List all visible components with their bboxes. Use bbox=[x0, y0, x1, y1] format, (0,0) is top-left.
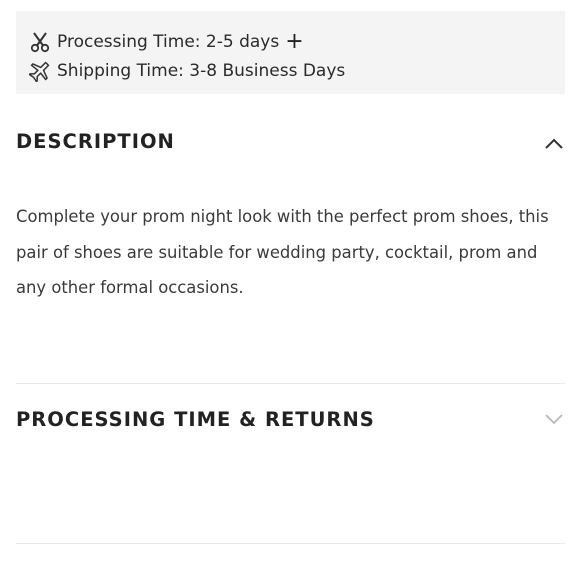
chevron-down-icon[interactable] bbox=[544, 413, 564, 425]
description-accordion-header[interactable]: DESCRIPTION bbox=[16, 130, 175, 153]
description-text: Complete your prom night look with the p… bbox=[16, 207, 549, 297]
scissors-icon bbox=[29, 31, 51, 53]
airplane-icon bbox=[29, 60, 51, 82]
section-divider bbox=[16, 383, 565, 384]
shipping-time-label: Shipping Time: 3-8 Business Days bbox=[57, 60, 346, 81]
processing-time-label: Processing Time: 2-5 days bbox=[57, 31, 280, 52]
shipping-time-row: Shipping Time: 3-8 Business Days bbox=[29, 56, 565, 85]
section-divider bbox=[16, 543, 565, 544]
processing-time-expand-toggle[interactable]: + bbox=[285, 31, 303, 53]
processing-returns-accordion-header[interactable]: PROCESSING TIME & RETURNS bbox=[16, 408, 375, 431]
processing-time-row: Processing Time: 2-5 days + bbox=[29, 27, 565, 56]
chevron-up-icon[interactable] bbox=[544, 137, 564, 149]
shipping-info-panel: Processing Time: 2-5 days + Shipping Tim… bbox=[16, 11, 565, 94]
